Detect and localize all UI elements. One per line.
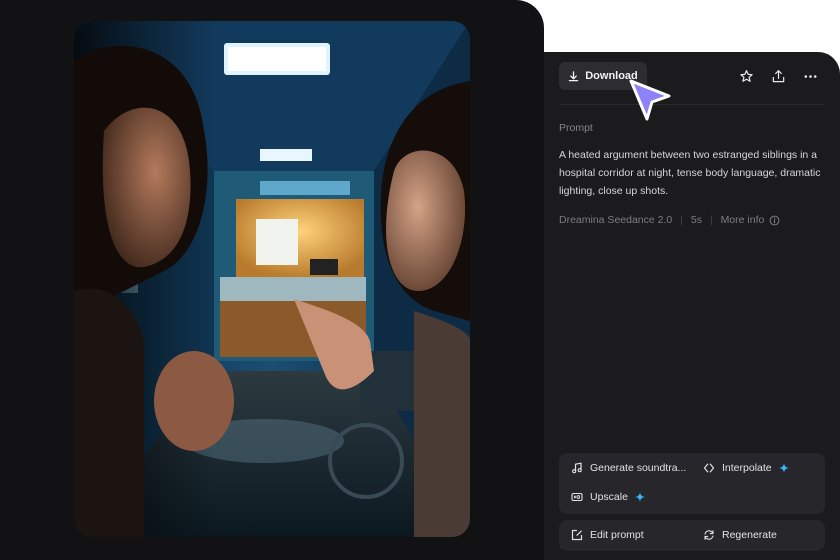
meta-separator: | <box>709 214 713 226</box>
favorite-button[interactable] <box>735 65 757 87</box>
share-button[interactable] <box>767 65 789 87</box>
upscale-button[interactable]: Upscale <box>571 491 645 503</box>
interpolate-button[interactable]: Interpolate <box>703 462 789 474</box>
edit-icon <box>571 529 583 541</box>
download-button[interactable]: Download <box>559 62 647 90</box>
more-info-link[interactable]: More info <box>721 214 781 226</box>
model-name: Dreamina Seedance 2.0 <box>559 214 673 226</box>
prompt-text: A heated argument between two estranged … <box>559 149 821 197</box>
generation-meta: Dreamina Seedance 2.0 | 5s | More info <box>559 214 780 226</box>
regenerate-button[interactable]: Regenerate <box>703 529 777 541</box>
interpolate-label: Interpolate <box>722 462 772 474</box>
share-icon <box>772 69 784 82</box>
video-preview[interactable] <box>74 21 470 537</box>
download-icon <box>568 70 579 81</box>
more-options-button[interactable] <box>799 65 821 87</box>
more-info-label: More info <box>720 214 765 226</box>
interpolate-icon <box>703 463 715 473</box>
prompt-label: Prompt <box>559 122 593 134</box>
download-label: Download <box>585 70 638 82</box>
upscale-label: Upscale <box>590 491 628 503</box>
info-icon <box>769 215 780 225</box>
generate-soundtrack-label: Generate soundtra... <box>590 462 687 474</box>
hd-icon <box>571 492 583 502</box>
duration-value: 5s <box>690 214 702 226</box>
regenerate-icon <box>704 530 714 540</box>
panel-divider <box>559 104 825 105</box>
hospital-scene-image <box>74 21 470 537</box>
generate-soundtrack-button[interactable]: Generate soundtra... <box>571 462 686 474</box>
music-note-icon <box>572 462 582 474</box>
star-icon <box>739 69 753 82</box>
sparkle-icon <box>634 492 645 502</box>
edit-prompt-button[interactable]: Edit prompt <box>571 529 644 541</box>
sparkle-icon <box>778 463 789 473</box>
meta-separator: | <box>680 214 683 226</box>
edit-prompt-label: Edit prompt <box>590 529 644 541</box>
regenerate-label: Regenerate <box>722 529 777 541</box>
more-icon <box>804 74 816 78</box>
